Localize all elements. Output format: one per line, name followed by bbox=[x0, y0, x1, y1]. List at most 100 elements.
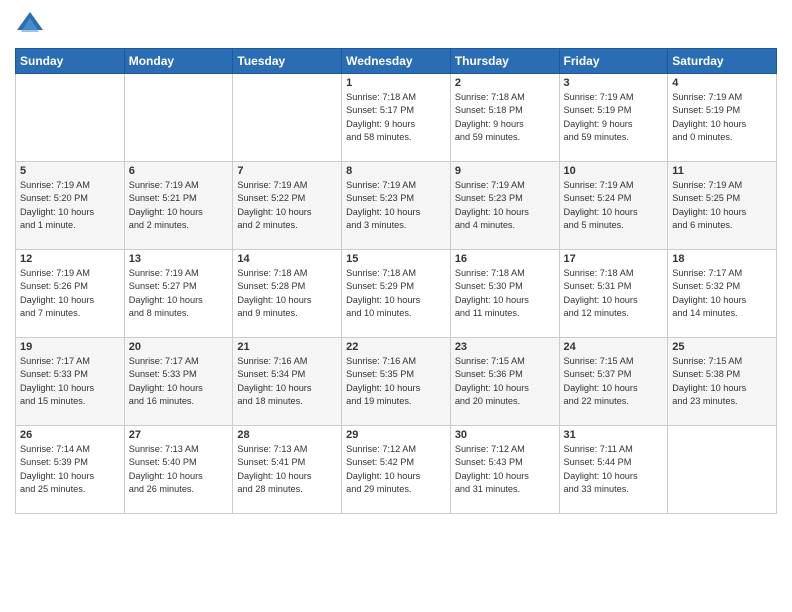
day-info: Sunrise: 7:18 AM Sunset: 5:29 PM Dayligh… bbox=[346, 267, 446, 320]
day-info: Sunrise: 7:19 AM Sunset: 5:26 PM Dayligh… bbox=[20, 267, 120, 320]
calendar-cell: 13 Sunrise: 7:19 AM Sunset: 5:27 PM Dayli… bbox=[124, 250, 233, 338]
day-number: 21 bbox=[237, 341, 337, 353]
day-info: Sunrise: 7:19 AM Sunset: 5:19 PM Dayligh… bbox=[672, 91, 772, 144]
calendar-cell: 1 Sunrise: 7:18 AM Sunset: 5:17 PM Daylig… bbox=[342, 74, 451, 162]
day-info: Sunrise: 7:15 AM Sunset: 5:37 PM Dayligh… bbox=[564, 355, 664, 408]
day-number: 14 bbox=[237, 253, 337, 265]
day-info: Sunrise: 7:19 AM Sunset: 5:21 PM Dayligh… bbox=[129, 179, 229, 232]
calendar-cell: 27 Sunrise: 7:13 AM Sunset: 5:40 PM Dayli… bbox=[124, 426, 233, 514]
day-number: 30 bbox=[455, 429, 555, 441]
weekday-header-saturday: Saturday bbox=[668, 49, 777, 74]
day-number: 7 bbox=[237, 165, 337, 177]
calendar-cell: 11 Sunrise: 7:19 AM Sunset: 5:25 PM Dayli… bbox=[668, 162, 777, 250]
calendar-week-row-5: 26 Sunrise: 7:14 AM Sunset: 5:39 PM Dayli… bbox=[16, 426, 777, 514]
day-info: Sunrise: 7:19 AM Sunset: 5:27 PM Dayligh… bbox=[129, 267, 229, 320]
day-number: 22 bbox=[346, 341, 446, 353]
day-info: Sunrise: 7:16 AM Sunset: 5:34 PM Dayligh… bbox=[237, 355, 337, 408]
day-number: 12 bbox=[20, 253, 120, 265]
day-number: 9 bbox=[455, 165, 555, 177]
calendar-cell: 10 Sunrise: 7:19 AM Sunset: 5:24 PM Dayli… bbox=[559, 162, 668, 250]
day-number: 11 bbox=[672, 165, 772, 177]
calendar-week-row-3: 12 Sunrise: 7:19 AM Sunset: 5:26 PM Dayli… bbox=[16, 250, 777, 338]
day-number: 4 bbox=[672, 77, 772, 89]
day-number: 23 bbox=[455, 341, 555, 353]
day-number: 13 bbox=[129, 253, 229, 265]
calendar-cell: 18Sunrise: 7:17 AM Sunset: 5:32 PM Dayli… bbox=[668, 250, 777, 338]
day-info: Sunrise: 7:12 AM Sunset: 5:42 PM Dayligh… bbox=[346, 443, 446, 496]
calendar-cell: 6Sunrise: 7:19 AM Sunset: 5:21 PM Daylig… bbox=[124, 162, 233, 250]
day-info: Sunrise: 7:19 AM Sunset: 5:23 PM Dayligh… bbox=[455, 179, 555, 232]
calendar-cell: 14 Sunrise: 7:18 AM Sunset: 5:28 PM Dayli… bbox=[233, 250, 342, 338]
day-number: 18 bbox=[672, 253, 772, 265]
weekday-header-sunday: Sunday bbox=[16, 49, 125, 74]
day-info: Sunrise: 7:15 AM Sunset: 5:38 PM Dayligh… bbox=[672, 355, 772, 408]
calendar-cell: 5 Sunrise: 7:19 AM Sunset: 5:20 PM Daylig… bbox=[16, 162, 125, 250]
weekday-header-row: SundayMondayTuesdayWednesdayThursdayFrid… bbox=[16, 49, 777, 74]
day-info: Sunrise: 7:19 AM Sunset: 5:25 PM Dayligh… bbox=[672, 179, 772, 232]
calendar-cell bbox=[233, 74, 342, 162]
day-info: Sunrise: 7:11 AM Sunset: 5:44 PM Dayligh… bbox=[564, 443, 664, 496]
calendar-cell: 7 Sunrise: 7:19 AM Sunset: 5:22 PM Daylig… bbox=[233, 162, 342, 250]
calendar-week-row-1: 1 Sunrise: 7:18 AM Sunset: 5:17 PM Daylig… bbox=[16, 74, 777, 162]
weekday-header-wednesday: Wednesday bbox=[342, 49, 451, 74]
day-info: Sunrise: 7:15 AM Sunset: 5:36 PM Dayligh… bbox=[455, 355, 555, 408]
day-number: 15 bbox=[346, 253, 446, 265]
calendar-cell: 31 Sunrise: 7:11 AM Sunset: 5:44 PM Dayli… bbox=[559, 426, 668, 514]
day-info: Sunrise: 7:18 AM Sunset: 5:18 PM Dayligh… bbox=[455, 91, 555, 144]
calendar-table: SundayMondayTuesdayWednesdayThursdayFrid… bbox=[15, 48, 777, 514]
day-info: Sunrise: 7:19 AM Sunset: 5:20 PM Dayligh… bbox=[20, 179, 120, 232]
day-number: 19 bbox=[20, 341, 120, 353]
day-number: 5 bbox=[20, 165, 120, 177]
calendar-cell: 22Sunrise: 7:16 AM Sunset: 5:35 PM Dayli… bbox=[342, 338, 451, 426]
day-info: Sunrise: 7:13 AM Sunset: 5:41 PM Dayligh… bbox=[237, 443, 337, 496]
calendar-cell: 24 Sunrise: 7:15 AM Sunset: 5:37 PM Dayli… bbox=[559, 338, 668, 426]
day-info: Sunrise: 7:19 AM Sunset: 5:19 PM Dayligh… bbox=[564, 91, 664, 144]
calendar-cell: 28Sunrise: 7:13 AM Sunset: 5:41 PM Dayli… bbox=[233, 426, 342, 514]
calendar-cell: 16 Sunrise: 7:18 AM Sunset: 5:30 PM Dayli… bbox=[450, 250, 559, 338]
calendar-cell: 15 Sunrise: 7:18 AM Sunset: 5:29 PM Dayli… bbox=[342, 250, 451, 338]
calendar-cell: 8Sunrise: 7:19 AM Sunset: 5:23 PM Daylig… bbox=[342, 162, 451, 250]
calendar-cell: 30 Sunrise: 7:12 AM Sunset: 5:43 PM Dayli… bbox=[450, 426, 559, 514]
calendar-cell bbox=[124, 74, 233, 162]
logo bbox=[15, 10, 49, 40]
day-number: 1 bbox=[346, 77, 446, 89]
day-number: 2 bbox=[455, 77, 555, 89]
page: SundayMondayTuesdayWednesdayThursdayFrid… bbox=[0, 0, 792, 612]
day-info: Sunrise: 7:19 AM Sunset: 5:24 PM Dayligh… bbox=[564, 179, 664, 232]
calendar-cell: 19Sunrise: 7:17 AM Sunset: 5:33 PM Dayli… bbox=[16, 338, 125, 426]
day-number: 26 bbox=[20, 429, 120, 441]
day-info: Sunrise: 7:13 AM Sunset: 5:40 PM Dayligh… bbox=[129, 443, 229, 496]
calendar-cell: 21 Sunrise: 7:16 AM Sunset: 5:34 PM Dayli… bbox=[233, 338, 342, 426]
day-number: 16 bbox=[455, 253, 555, 265]
calendar-cell: 9 Sunrise: 7:19 AM Sunset: 5:23 PM Daylig… bbox=[450, 162, 559, 250]
calendar-cell: 12 Sunrise: 7:19 AM Sunset: 5:26 PM Dayli… bbox=[16, 250, 125, 338]
day-info: Sunrise: 7:18 AM Sunset: 5:17 PM Dayligh… bbox=[346, 91, 446, 144]
day-number: 3 bbox=[564, 77, 664, 89]
day-number: 31 bbox=[564, 429, 664, 441]
day-number: 24 bbox=[564, 341, 664, 353]
day-info: Sunrise: 7:12 AM Sunset: 5:43 PM Dayligh… bbox=[455, 443, 555, 496]
calendar-week-row-2: 5 Sunrise: 7:19 AM Sunset: 5:20 PM Daylig… bbox=[16, 162, 777, 250]
calendar-cell: 23 Sunrise: 7:15 AM Sunset: 5:36 PM Dayli… bbox=[450, 338, 559, 426]
calendar-cell: 25 Sunrise: 7:15 AM Sunset: 5:38 PM Dayli… bbox=[668, 338, 777, 426]
day-info: Sunrise: 7:18 AM Sunset: 5:30 PM Dayligh… bbox=[455, 267, 555, 320]
day-info: Sunrise: 7:17 AM Sunset: 5:33 PM Dayligh… bbox=[129, 355, 229, 408]
calendar-cell bbox=[668, 426, 777, 514]
day-number: 25 bbox=[672, 341, 772, 353]
day-info: Sunrise: 7:18 AM Sunset: 5:28 PM Dayligh… bbox=[237, 267, 337, 320]
calendar-cell bbox=[16, 74, 125, 162]
header bbox=[15, 10, 777, 40]
day-info: Sunrise: 7:19 AM Sunset: 5:22 PM Dayligh… bbox=[237, 179, 337, 232]
weekday-header-thursday: Thursday bbox=[450, 49, 559, 74]
day-info: Sunrise: 7:14 AM Sunset: 5:39 PM Dayligh… bbox=[20, 443, 120, 496]
calendar-cell: 4 Sunrise: 7:19 AM Sunset: 5:19 PM Daylig… bbox=[668, 74, 777, 162]
day-number: 27 bbox=[129, 429, 229, 441]
day-number: 10 bbox=[564, 165, 664, 177]
calendar-cell: 17Sunrise: 7:18 AM Sunset: 5:31 PM Dayli… bbox=[559, 250, 668, 338]
weekday-header-monday: Monday bbox=[124, 49, 233, 74]
calendar-week-row-4: 19 Sunrise: 7:17 AM Sunset: 5:33 PM Dayli… bbox=[16, 338, 777, 426]
calendar-cell: 26 Sunrise: 7:14 AM Sunset: 5:39 PM Dayli… bbox=[16, 426, 125, 514]
day-info: Sunrise: 7:18 AM Sunset: 5:31 PM Dayligh… bbox=[564, 267, 664, 320]
logo-icon bbox=[15, 10, 45, 40]
calendar-cell: 2 Sunrise: 7:18 AM Sunset: 5:18 PM Daylig… bbox=[450, 74, 559, 162]
